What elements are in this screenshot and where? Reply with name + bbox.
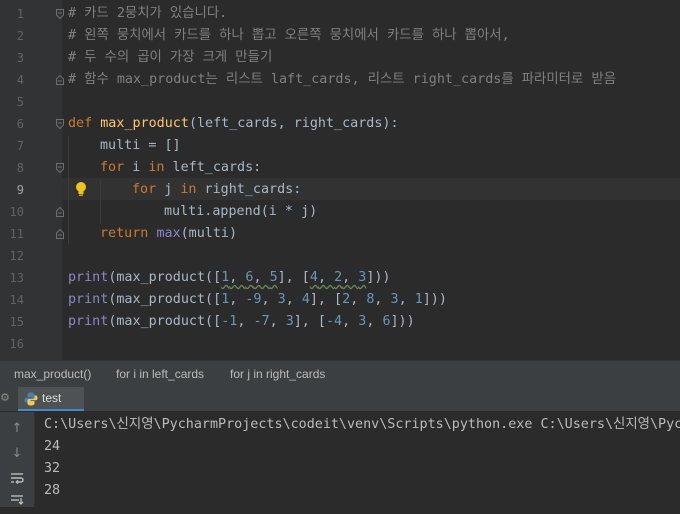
call-close: ])) bbox=[390, 314, 415, 329]
breadcrumb-item[interactable]: max_product() bbox=[14, 361, 91, 387]
fold-end-icon[interactable] bbox=[56, 207, 64, 217]
comment-line[interactable]: # 카드 2뭉치가 있습니다. bbox=[68, 3, 227, 25]
line-number: 15 bbox=[9, 315, 24, 329]
keyword-in: in bbox=[148, 160, 165, 175]
assign-line[interactable]: multi = [] bbox=[100, 135, 181, 157]
breadcrumb-item[interactable]: for j in right_cards bbox=[230, 361, 325, 387]
fold-start-icon[interactable] bbox=[56, 163, 64, 173]
line-number: 10 bbox=[9, 205, 24, 219]
fold-end-icon[interactable] bbox=[56, 75, 64, 85]
builtin-max: max bbox=[156, 226, 181, 241]
builtin-print: print bbox=[68, 292, 109, 307]
fold-start-icon[interactable] bbox=[56, 119, 64, 129]
number-literal: -4 bbox=[326, 314, 343, 329]
number-literal: -7 bbox=[253, 314, 270, 329]
lightbulb-icon[interactable] bbox=[74, 181, 88, 197]
call-open: (max_product([ bbox=[108, 314, 222, 329]
call-open: (max_product([ bbox=[108, 270, 222, 285]
run-toolbar: ↑ ↓ bbox=[0, 412, 35, 507]
breadcrumb-item[interactable]: for i in left_cards bbox=[116, 361, 204, 387]
console-output-line: 28 bbox=[44, 483, 61, 498]
keyword-def: def bbox=[68, 116, 93, 131]
builtin-print: print bbox=[68, 270, 109, 285]
run-console[interactable]: C:\Users\신지영\PycharmProjects\codeit\venv… bbox=[35, 412, 680, 507]
number-literal: 4 bbox=[309, 270, 318, 285]
line-number: 1 bbox=[16, 7, 24, 21]
number-literal: -9 bbox=[245, 292, 262, 307]
number-literal: 3 bbox=[285, 314, 294, 329]
breadcrumb: max_product() for i in left_cards for j … bbox=[0, 360, 680, 387]
number-literal: 3 bbox=[277, 292, 286, 307]
number-literal: 2 bbox=[334, 270, 343, 285]
line-number: 5 bbox=[16, 95, 24, 109]
keyword-for: for bbox=[132, 182, 157, 197]
call-mid: ], [ bbox=[309, 292, 343, 307]
comment-line[interactable]: # 두 수의 곱이 가장 크게 만들기 bbox=[68, 47, 272, 69]
number-literal: 4 bbox=[301, 292, 310, 307]
builtin-print: print bbox=[68, 314, 109, 329]
call-close: ])) bbox=[422, 292, 447, 307]
keyword-in: in bbox=[180, 182, 197, 197]
console-command-line: C:\Users\신지영\PycharmProjects\codeit\venv… bbox=[44, 417, 680, 432]
console-output-line: 32 bbox=[44, 461, 61, 476]
number-literal: -1 bbox=[221, 314, 238, 329]
line-number: 13 bbox=[9, 271, 24, 285]
for-loop-outer[interactable]: for i in left_cards: bbox=[100, 157, 261, 179]
line-number: 11 bbox=[9, 227, 24, 241]
def-line[interactable]: def max_product(left_cards, right_cards)… bbox=[68, 113, 399, 135]
arrow-down-icon[interactable]: ↓ bbox=[8, 445, 26, 463]
number-literal: 5 bbox=[269, 270, 278, 285]
loop-var: i bbox=[124, 160, 149, 175]
comment-line[interactable]: # 왼쪽 뭉치에서 카드를 하나 뽑고 오른쪽 뭉치에서 카드를 하나 뽑아서, bbox=[68, 25, 510, 47]
line-number: 4 bbox=[16, 73, 24, 87]
console-output-line: 24 bbox=[44, 439, 61, 454]
comment-line[interactable]: # 함수 max_product는 리스트 laft_cards, 리스트 ri… bbox=[68, 69, 616, 91]
line-number: 8 bbox=[16, 161, 24, 175]
line-number: 2 bbox=[16, 29, 24, 43]
keyword-for: for bbox=[100, 160, 125, 175]
append-line[interactable]: multi.append(i * j) bbox=[164, 201, 317, 223]
line-number: 3 bbox=[16, 51, 24, 65]
soft-wrap-icon[interactable] bbox=[8, 470, 26, 488]
keyword-return: return bbox=[100, 226, 149, 241]
run-tab[interactable]: test bbox=[18, 387, 84, 411]
number-literal: 2 bbox=[342, 292, 351, 307]
return-args: (multi) bbox=[180, 226, 238, 241]
gear-icon[interactable]: ⚙ bbox=[0, 391, 10, 405]
loop-iterable: right_cards: bbox=[196, 182, 302, 197]
number-literal: 3 bbox=[390, 292, 399, 307]
print-line[interactable]: print(max_product([1, -9, 3, 4], [2, 8, … bbox=[68, 289, 447, 311]
call-mid: ], [ bbox=[277, 270, 310, 285]
return-line[interactable]: return max(multi) bbox=[100, 223, 237, 245]
call-mid: ], [ bbox=[293, 314, 326, 329]
fold-start-icon[interactable] bbox=[56, 9, 64, 19]
line-number: 16 bbox=[9, 337, 24, 351]
indent-guide bbox=[68, 136, 69, 244]
for-loop-inner[interactable]: for j in right_cards: bbox=[132, 179, 301, 201]
scroll-to-end-icon[interactable] bbox=[8, 492, 26, 510]
line-number-current: 9 bbox=[16, 183, 24, 197]
call-close: ])) bbox=[366, 270, 391, 285]
number-literal: 1 bbox=[414, 292, 423, 307]
loop-var: j bbox=[156, 182, 181, 197]
number-literal: 6 bbox=[382, 314, 391, 329]
loop-iterable: left_cards: bbox=[164, 160, 262, 175]
print-line[interactable]: print(max_product([1, 6, 5], [4, 2, 3])) bbox=[68, 267, 391, 289]
run-tab-label: test bbox=[42, 391, 62, 405]
line-number: 14 bbox=[9, 293, 24, 307]
code-editor[interactable]: 1 2 3 4 5 6 7 8 9 10 11 12 13 14 15 16 #… bbox=[0, 0, 680, 360]
line-number: 6 bbox=[16, 117, 24, 131]
fold-end-icon[interactable] bbox=[56, 229, 64, 239]
function-params: (left_cards, right_cards): bbox=[188, 116, 399, 131]
line-number-gutter: 1 2 3 4 5 6 7 8 9 10 11 12 13 14 15 16 bbox=[0, 0, 64, 360]
print-line[interactable]: print(max_product([-1, -7, 3], [-4, 3, 6… bbox=[68, 311, 415, 333]
run-toolwindow-header: ⚙ test bbox=[0, 387, 680, 412]
arrow-up-icon[interactable]: ↑ bbox=[8, 420, 26, 438]
function-name: max_product bbox=[100, 116, 189, 131]
call-open: (max_product([ bbox=[108, 292, 222, 307]
line-number: 12 bbox=[9, 249, 24, 263]
python-icon bbox=[24, 391, 38, 406]
line-number: 7 bbox=[16, 139, 24, 153]
indent-guide bbox=[100, 180, 101, 224]
